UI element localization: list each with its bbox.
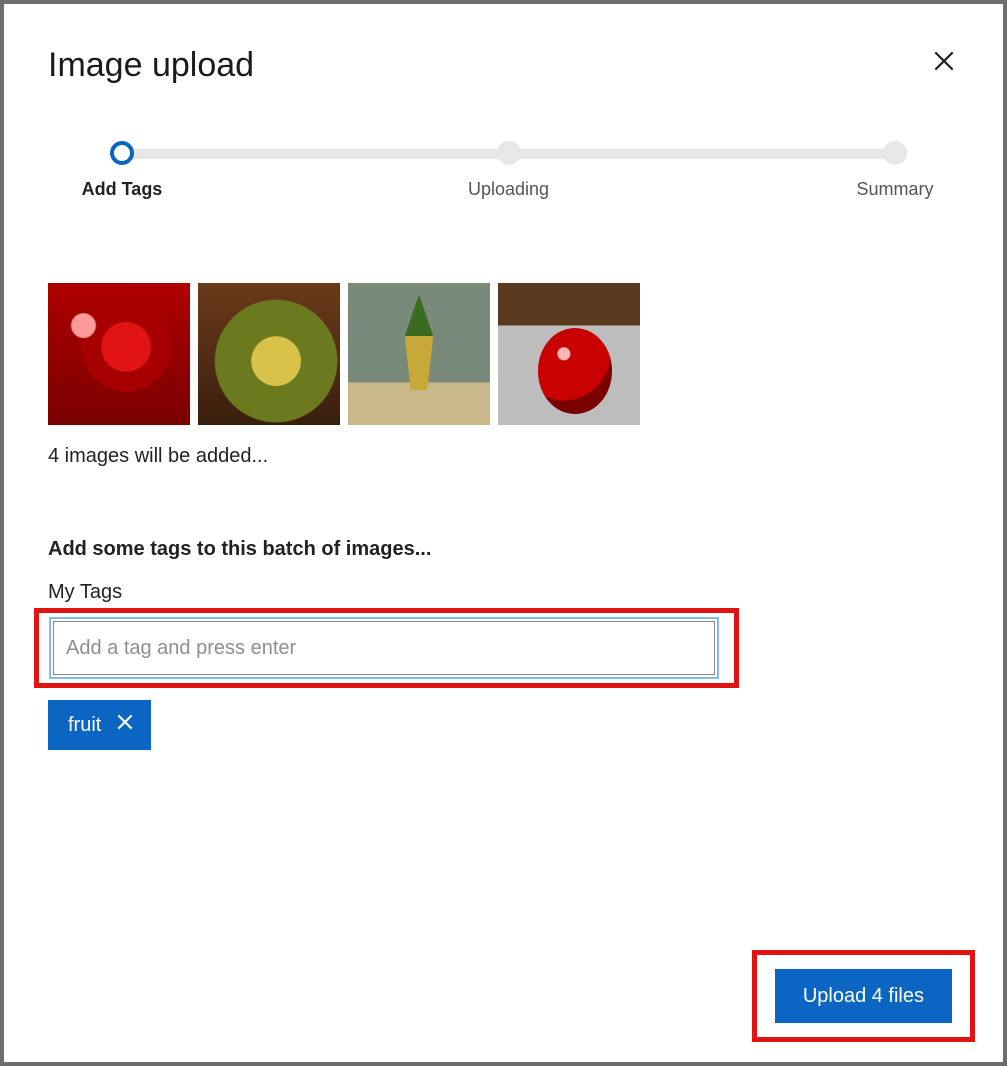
thumbnail-image[interactable]: [198, 283, 340, 425]
step-uploading: Uploading: [439, 141, 579, 200]
my-tags-label: My Tags: [48, 581, 959, 604]
step-label: Add Tags: [52, 179, 192, 200]
tag-chip-label: fruit: [68, 714, 101, 737]
thumbnail-image[interactable]: [348, 283, 490, 425]
upload-files-button[interactable]: Upload 4 files: [775, 969, 952, 1023]
thumbnail-image[interactable]: [498, 283, 640, 425]
close-button[interactable]: [929, 46, 959, 76]
dialog-header: Image upload: [48, 46, 959, 85]
progress-stepper: Add Tags Uploading Summary: [110, 141, 907, 201]
thumbnail-status: 4 images will be added...: [48, 445, 959, 468]
image-upload-dialog: Image upload Add Tags Uploading Summary …: [4, 4, 1003, 1062]
remove-tag-icon[interactable]: [115, 712, 135, 738]
tags-section-heading: Add some tags to this batch of images...: [48, 538, 959, 561]
step-dot-icon: [110, 141, 134, 165]
step-label: Uploading: [439, 179, 579, 200]
step-dot-icon: [497, 141, 521, 165]
tag-chip[interactable]: fruit: [48, 700, 151, 750]
thumbnail-row: [48, 283, 959, 425]
step-summary: Summary: [825, 141, 965, 200]
dialog-title: Image upload: [48, 46, 254, 85]
thumbnail-image[interactable]: [48, 283, 190, 425]
upload-button-highlight: Upload 4 files: [752, 950, 975, 1042]
step-dot-icon: [883, 141, 907, 165]
tag-input-highlight: [34, 608, 739, 688]
step-label: Summary: [825, 179, 965, 200]
tag-input[interactable]: [53, 621, 715, 675]
step-add-tags: Add Tags: [52, 141, 192, 200]
close-icon: [931, 48, 957, 74]
